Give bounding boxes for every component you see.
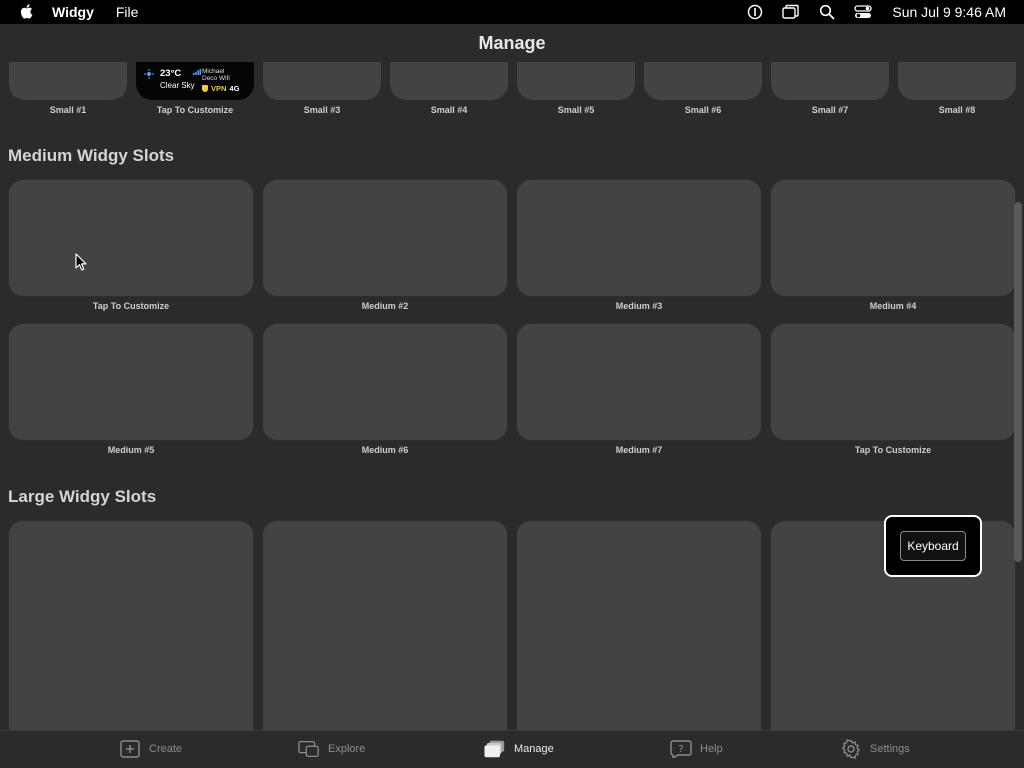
apple-icon[interactable]: [18, 3, 36, 21]
control-center-icon[interactable]: [852, 1, 874, 23]
medium-label-8: Tap To Customize: [854, 445, 932, 455]
vpn-label: VPN: [211, 84, 227, 93]
window-title: Manage: [478, 32, 546, 53]
medium-slot-1[interactable]: [9, 180, 253, 296]
shield-icon: [202, 85, 208, 92]
sun-icon: [144, 69, 154, 81]
large-slot-3[interactable]: [517, 521, 761, 730]
medium-slot-2[interactable]: [263, 180, 507, 296]
small-slot-1[interactable]: [9, 62, 127, 100]
vertical-scrollbar[interactable]: [1014, 202, 1022, 562]
medium-slot-3[interactable]: [517, 180, 761, 296]
tab-manage[interactable]: Manage: [484, 739, 554, 759]
tab-help-label: Help: [700, 743, 723, 755]
weather-widget: 23°C Clear Sky: [144, 68, 195, 90]
menu-clock[interactable]: Sun Jul 9 9:46 AM: [892, 4, 1006, 20]
wifi-widget: Michael Deco Wifi VPN 4G: [193, 68, 239, 92]
small-slot-2-widget[interactable]: 23°C Clear Sky Michael Deco Wifi VPN 4G: [136, 62, 254, 100]
small-label-8: Small #8: [938, 105, 976, 115]
keyboard-popup: Keyboard: [884, 515, 982, 577]
large-section-title: Large Widgy Slots: [8, 487, 157, 506]
medium-label-1: Tap To Customize: [92, 301, 170, 311]
tab-help[interactable]: ? Help: [670, 739, 723, 759]
small-label-2: Tap To Customize: [156, 105, 234, 115]
small-slot-3[interactable]: [263, 62, 381, 100]
medium-label-7: Medium #7: [615, 445, 663, 455]
medium-label-4: Medium #4: [869, 301, 917, 311]
info-icon[interactable]: [744, 1, 766, 23]
small-slot-8[interactable]: [898, 62, 1016, 100]
tab-manage-label: Manage: [514, 743, 554, 755]
tab-explore-label: Explore: [328, 743, 366, 755]
small-slot-6[interactable]: [644, 62, 762, 100]
wifi-network: Deco Wifi: [202, 75, 230, 82]
windows-icon[interactable]: [780, 1, 802, 23]
tab-create-label: Create: [149, 743, 183, 755]
weather-condition: Clear Sky: [160, 81, 195, 90]
small-label-4: Small #4: [430, 105, 468, 115]
medium-slot-8[interactable]: [771, 324, 1015, 440]
menu-file[interactable]: File: [116, 4, 139, 20]
vpn-status: VPN 4G: [202, 85, 239, 92]
tab-bar: Create Explore Manage ? Help Settings: [0, 730, 1024, 768]
medium-slot-6[interactable]: [263, 324, 507, 440]
stack-cards-icon: [484, 739, 506, 759]
keyboard-button[interactable]: Keyboard: [900, 531, 966, 561]
wifi-owner: Michael: [202, 68, 225, 75]
question-icon: ?: [670, 739, 692, 759]
weather-temp: 23°C: [160, 68, 182, 79]
small-slot-7[interactable]: [771, 62, 889, 100]
small-label-3: Small #3: [303, 105, 341, 115]
medium-slot-5[interactable]: [9, 324, 253, 440]
svg-text:?: ?: [678, 744, 683, 755]
manage-content: 23°C Clear Sky Michael Deco Wifi VPN 4G S…: [0, 62, 1024, 730]
medium-label-3: Medium #3: [615, 301, 663, 311]
medium-slot-7[interactable]: [517, 324, 761, 440]
large-slot-2[interactable]: [263, 521, 507, 730]
tab-create[interactable]: Create: [119, 739, 182, 759]
small-slot-5[interactable]: [517, 62, 635, 100]
mouse-pointer-icon: [75, 253, 87, 276]
gear-icon: [840, 739, 862, 759]
wifi-icon: [193, 69, 201, 77]
menu-app-name[interactable]: Widgy: [52, 4, 94, 20]
menu-bar: Widgy File Sun Jul 9 9:46 AM: [0, 0, 1024, 24]
medium-label-5: Medium #5: [107, 445, 155, 455]
network-type: 4G: [229, 84, 240, 93]
title-bar: Manage: [0, 24, 1024, 62]
medium-slot-4[interactable]: [771, 180, 1015, 296]
large-slot-1[interactable]: [9, 521, 253, 730]
tab-settings-label: Settings: [870, 743, 910, 755]
explore-windows-icon: [298, 739, 320, 759]
search-icon[interactable]: [816, 1, 838, 23]
plus-square-icon: [119, 739, 141, 759]
tab-settings[interactable]: Settings: [840, 739, 910, 759]
small-slot-4[interactable]: [390, 62, 508, 100]
medium-label-2: Medium #2: [361, 301, 409, 311]
small-label-1: Small #1: [49, 105, 87, 115]
small-label-7: Small #7: [811, 105, 849, 115]
small-slots-row: 23°C Clear Sky Michael Deco Wifi VPN 4G S…: [0, 62, 1024, 120]
small-label-5: Small #5: [557, 105, 595, 115]
small-label-6: Small #6: [684, 105, 722, 115]
medium-section-title: Medium Widgy Slots: [8, 146, 175, 165]
tab-explore[interactable]: Explore: [298, 739, 365, 759]
medium-label-6: Medium #6: [361, 445, 409, 455]
